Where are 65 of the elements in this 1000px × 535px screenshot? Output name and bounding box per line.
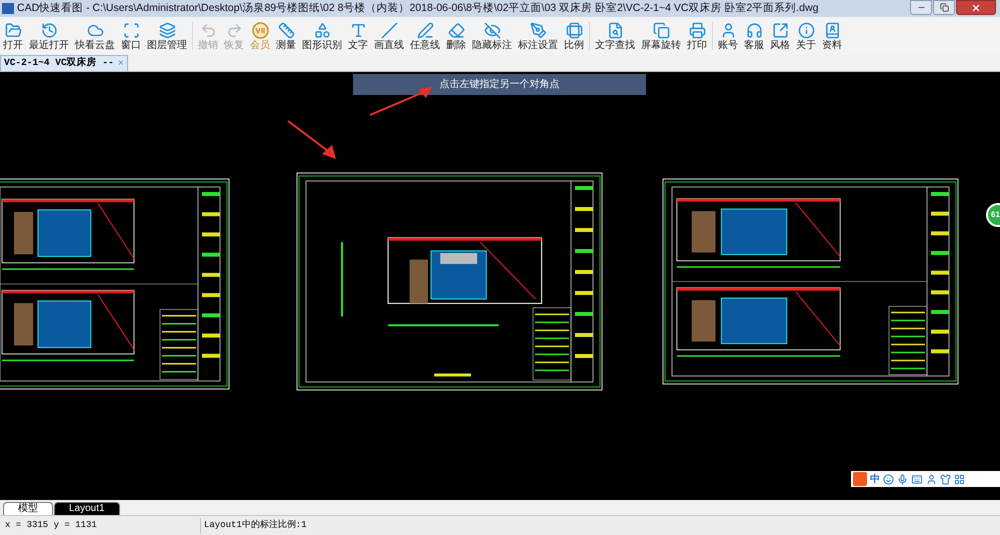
pen-icon [530,22,546,38]
clock-icon [40,22,58,38]
ruler-icon [278,22,294,38]
toolbar-button[interactable]: 屏幕旋转 [638,18,684,54]
eraser-icon [448,22,464,38]
toolbar-button[interactable]: 比例 [561,18,587,54]
layout-tab[interactable]: Layout1 [54,502,120,515]
layers-icon [158,22,176,38]
maximize-button[interactable] [933,0,955,15]
toolbar-button[interactable]: 文字 [345,18,371,54]
toolbar-button[interactable]: 打印 [684,18,710,54]
toolbar-button[interactable]: 画直线 [371,18,407,54]
keyboard-icon[interactable] [911,474,923,484]
toolbar-button[interactable]: 关于 [793,18,819,54]
toolbar-button[interactable]: 任意线 [407,18,443,54]
eye-off-icon [484,22,500,38]
toolbar-button[interactable]: 图形识别 [299,18,345,54]
toolbar-button[interactable]: 测量 [273,18,299,54]
pen-line-icon [416,22,434,38]
ime-mode[interactable]: 中 [870,472,880,486]
user-icon[interactable] [926,474,937,484]
text-icon [350,22,366,38]
prompt-tooltip: 点击左键指定另一个对角点 [353,74,646,95]
toolbar-button[interactable]: 最近打开 [26,18,72,54]
close-icon [971,2,981,12]
toolbar-button[interactable]: 图层管理 [144,18,190,54]
layout-tab[interactable]: 模型 [3,502,53,515]
toolbar-button[interactable]: 打开 [0,18,26,54]
toolbar-button[interactable]: 隐藏标注 [469,18,515,54]
document-search-icon [606,22,624,38]
book-user-icon [824,22,840,38]
window-title: CAD快速看图 - C:\Users\Administrator\Desktop\汤泉89号楼图纸\02 8号楼（内装）2018-06-06\8号楼\02平立面\03 双床房 卧室2\VC-2-1~4 VC双床房 卧室2平面系列.dwg [17,0,820,16]
shapes-icon [314,22,330,38]
pages-icon [652,22,670,38]
toolbar-button[interactable]: 资料 [819,18,845,54]
close-button[interactable] [956,0,996,15]
app-logo-icon [2,3,14,14]
undo-icon [200,22,216,38]
printer-icon [688,22,706,38]
line-icon [380,22,398,38]
coordinates-readout: x = 3315 y = 1131 [4,518,98,532]
folder-icon [4,22,22,38]
arrow-annotation [368,86,432,117]
vip-icon [252,22,268,38]
frame-icon [122,22,140,38]
headphones-icon [746,22,762,38]
toolbar-button[interactable]: 窗口 [118,18,144,54]
document-tab[interactable]: VC-2-1~4 VC双床房 -- × [0,55,128,71]
info-icon [798,22,814,38]
toolbar-button[interactable]: 标注设置 [515,18,561,54]
microphone-icon[interactable] [897,474,908,484]
toolbar-button[interactable]: 客服 [741,18,767,54]
external-square-icon [772,22,788,38]
redo-icon [226,22,242,38]
toolbar-button[interactable]: 文字查找 [592,18,638,54]
annotation-scale-readout: Layout1中的标注比例:1 [203,518,307,532]
toolbar-button[interactable]: 账号 [715,18,741,54]
grid-icon[interactable] [954,474,965,484]
toolbar-button[interactable]: 快看云盘 [72,18,118,54]
arrow-annotation [286,119,336,159]
toolbar-button[interactable]: 风格 [767,18,793,54]
shirt-icon[interactable] [940,474,951,484]
restore-icon [940,3,948,12]
smile-icon[interactable] [883,474,894,484]
toolbar-button[interactable]: 删除 [443,18,469,54]
